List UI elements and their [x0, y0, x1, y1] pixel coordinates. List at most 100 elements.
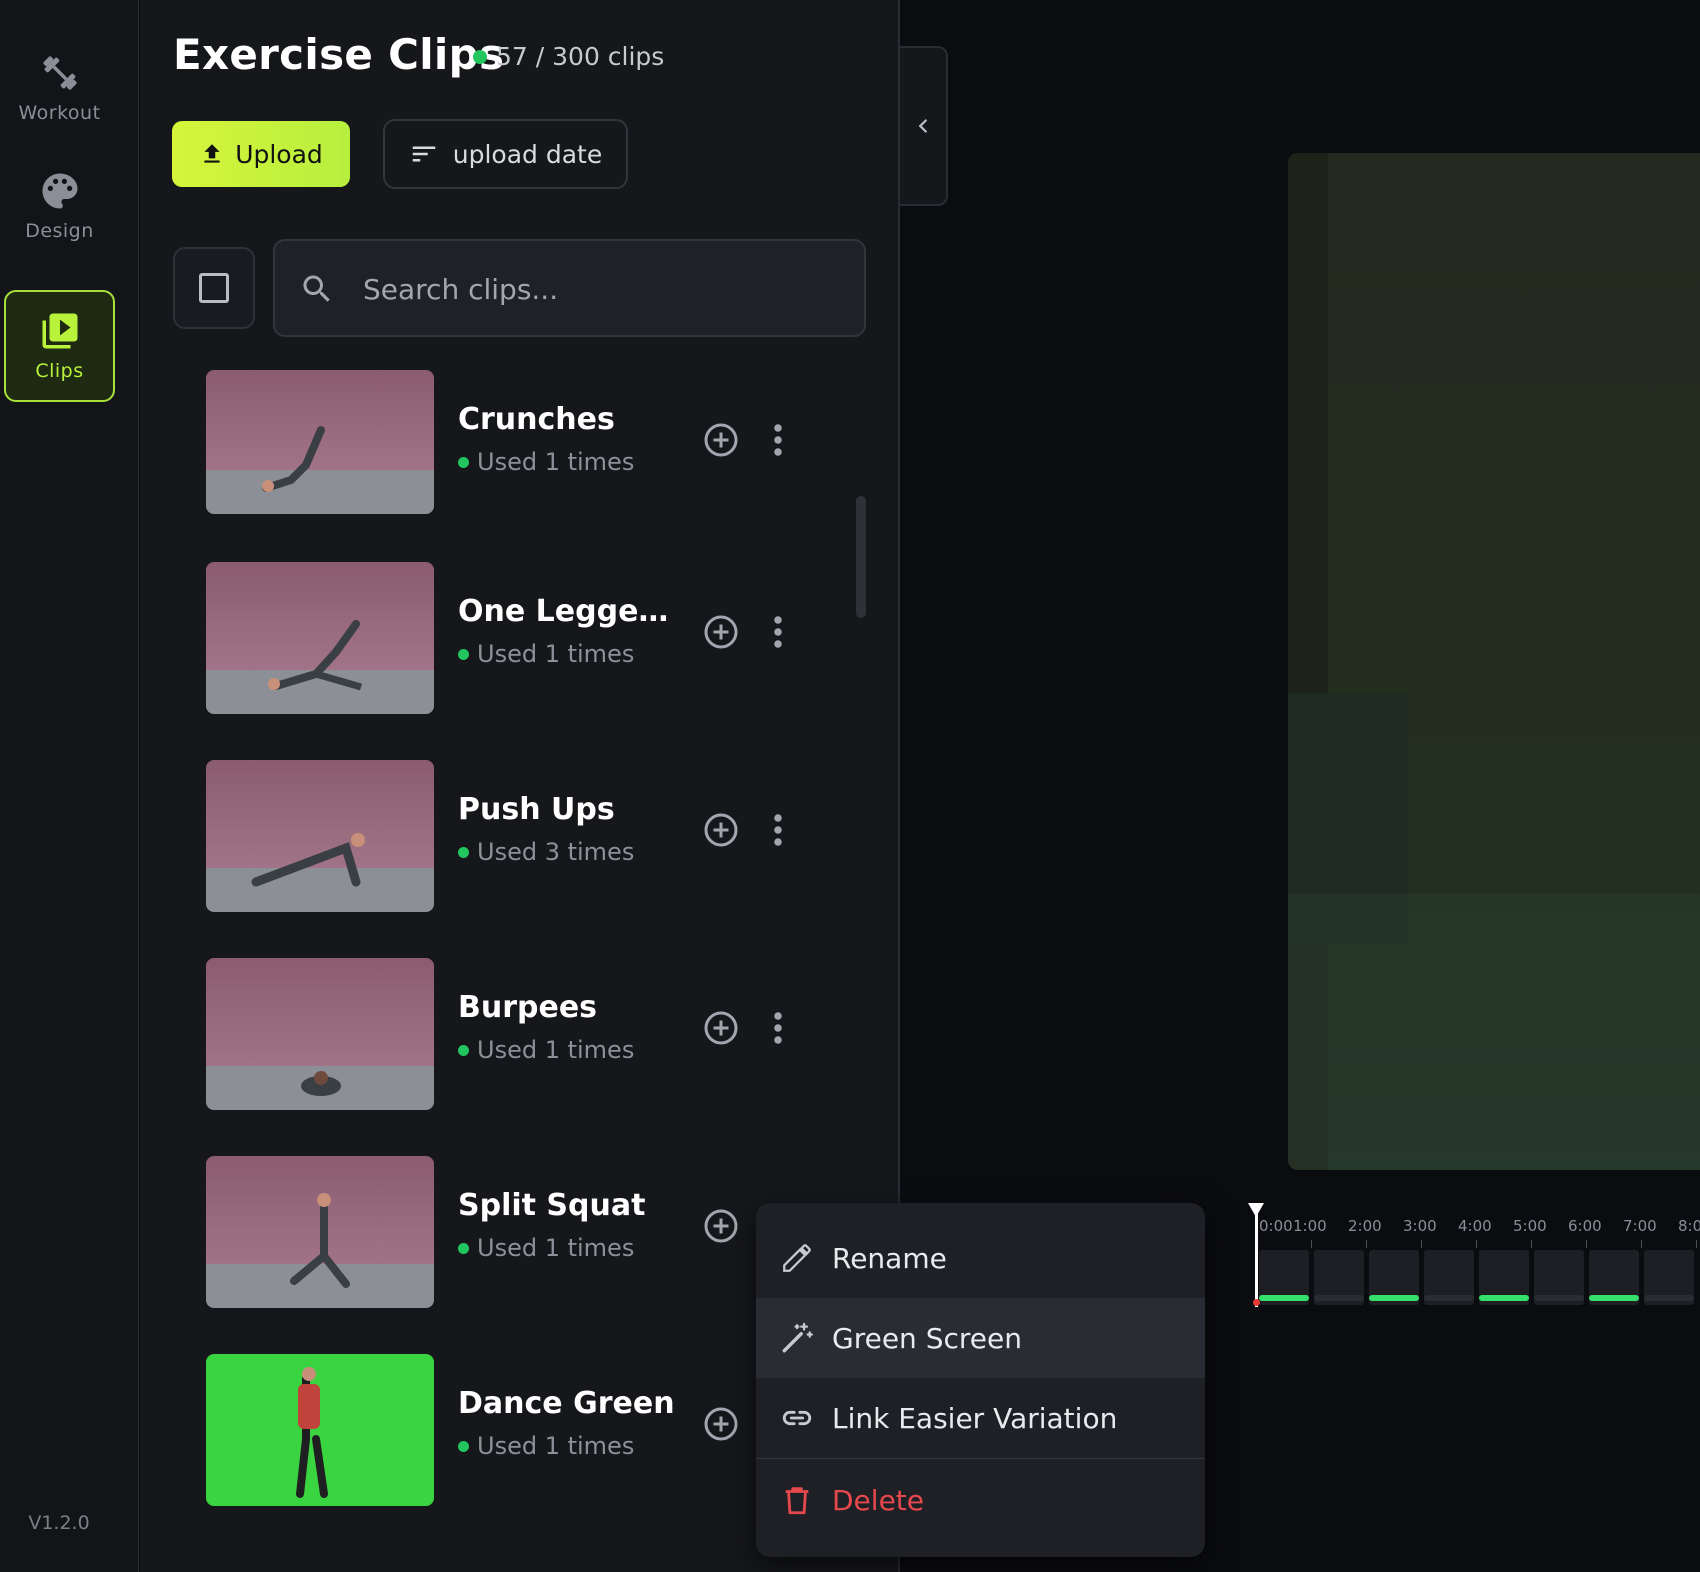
sort-button[interactable]: upload date — [383, 119, 628, 189]
menu-item-label: Rename — [832, 1241, 947, 1275]
playhead[interactable] — [1255, 1205, 1258, 1307]
search-input[interactable] — [363, 263, 843, 315]
timeline-label: 3:00 — [1403, 1217, 1437, 1235]
timeline-segment[interactable] — [1424, 1250, 1474, 1305]
timeline-segment[interactable] — [1259, 1250, 1309, 1305]
version-label: V1.2.0 — [28, 1512, 90, 1534]
link-icon — [782, 1410, 812, 1426]
clip-usage-text: Used 1 times — [477, 1234, 635, 1262]
timeline-tick — [1366, 1240, 1367, 1248]
status-dot-icon — [458, 648, 469, 660]
clip-row-one-legged[interactable]: One Legged B... Used 1 times — [205, 562, 782, 714]
rail-item-label: Clips — [35, 360, 84, 382]
add-circle-icon[interactable] — [703, 1406, 739, 1442]
timeline-label: 6:00 — [1568, 1217, 1602, 1235]
rail-item-workout[interactable]: Workout — [4, 32, 115, 144]
clip-name: Push Ups — [458, 792, 615, 827]
clip-name: Burpees — [458, 990, 598, 1025]
clip-row-push-ups[interactable]: Push Ups Used 3 times — [205, 760, 782, 912]
timeline-segment[interactable] — [1534, 1250, 1584, 1305]
left-rail: Workout Design Clips V1.2.0 — [0, 0, 139, 1572]
timeline-label: 8:0 — [1678, 1217, 1700, 1235]
rail-item-design[interactable]: Design — [4, 150, 115, 262]
clip-name: Split Squat — [458, 1188, 646, 1223]
status-dot-icon — [458, 456, 469, 468]
menu-divider — [756, 1458, 1205, 1459]
clip-row-dance-green[interactable]: Dance Green Used 1 times — [205, 1354, 775, 1506]
timeline-segment[interactable] — [1479, 1250, 1529, 1305]
clip-thumbnail — [206, 1156, 434, 1308]
status-dot-icon — [458, 1242, 469, 1254]
add-circle-icon[interactable] — [703, 614, 739, 650]
menu-item-label: Delete — [832, 1483, 924, 1517]
timeline-label: 4:00 — [1458, 1217, 1492, 1235]
more-vertical-icon[interactable] — [771, 812, 785, 848]
clip-row-split-squat[interactable]: Split Squat Used 1 times — [205, 1156, 775, 1308]
magic-wand-icon — [782, 1322, 814, 1353]
status-dot-icon — [458, 1044, 469, 1056]
menu-item-link-easier-variation[interactable]: Link Easier Variation — [756, 1378, 1205, 1458]
status-dot-icon — [458, 1440, 469, 1452]
timeline-tick — [1696, 1240, 1697, 1248]
more-vertical-icon[interactable] — [771, 614, 785, 650]
clip-usage-text: Used 1 times — [477, 1036, 635, 1064]
timeline-segment[interactable] — [1369, 1250, 1419, 1305]
clip-usage: Used 3 times — [458, 838, 634, 866]
video-preview[interactable] — [1288, 153, 1700, 1170]
clip-name: Dance Green — [458, 1386, 675, 1421]
more-vertical-icon[interactable] — [771, 1010, 785, 1046]
clip-context-menu: Rename Green Screen Link Easier Variatio… — [756, 1203, 1205, 1557]
menu-item-label: Link Easier Variation — [832, 1401, 1118, 1435]
search-icon — [303, 275, 330, 302]
clip-usage: Used 1 times — [458, 1234, 634, 1262]
timeline-tick — [1476, 1240, 1477, 1248]
timeline-tick — [1311, 1240, 1312, 1248]
clip-count-text: 57 / 300 clips — [496, 42, 665, 71]
status-dot-icon — [458, 846, 469, 858]
timeline-label: 5:00 — [1513, 1217, 1547, 1235]
checkbox-box — [199, 273, 229, 303]
menu-item-delete[interactable]: Delete — [756, 1460, 1205, 1540]
trash-icon — [785, 1487, 809, 1515]
clip-name: Crunches — [458, 402, 615, 437]
clip-thumbnail — [206, 760, 434, 912]
timeline-segment[interactable] — [1314, 1250, 1364, 1305]
status-dot-icon — [473, 49, 487, 64]
add-circle-icon[interactable] — [703, 1208, 739, 1244]
clip-usage: Used 1 times — [458, 448, 634, 476]
clip-count: 57 / 300 clips — [473, 42, 664, 71]
clip-usage: Used 1 times — [458, 1036, 634, 1064]
playhead-handle-icon[interactable] — [1248, 1203, 1264, 1217]
select-all-checkbox[interactable] — [173, 247, 255, 329]
clip-usage: Used 1 times — [458, 640, 634, 668]
add-circle-icon[interactable] — [703, 812, 739, 848]
timeline-tick — [1586, 1240, 1587, 1248]
clip-row-crunches[interactable]: Crunches Used 1 times — [205, 370, 782, 522]
clip-name: One Legged B... — [458, 594, 688, 629]
sort-icon — [412, 146, 436, 162]
menu-item-green-screen[interactable]: Green Screen — [756, 1298, 1205, 1378]
timeline-tick — [1421, 1240, 1422, 1248]
timeline[interactable]: 0:00 1:00 2:00 3:00 4:00 5:00 6:00 7:00 … — [1245, 1203, 1700, 1315]
timeline-segment[interactable] — [1589, 1250, 1639, 1305]
clip-usage-text: Used 1 times — [477, 448, 635, 476]
scrollbar-thumb[interactable] — [856, 496, 866, 618]
clip-thumbnail — [206, 562, 434, 714]
add-circle-icon[interactable] — [703, 422, 739, 458]
rail-item-label: Workout — [18, 102, 101, 124]
timeline-segment[interactable] — [1644, 1250, 1694, 1305]
pencil-icon — [783, 1244, 811, 1272]
rail-item-clips[interactable]: Clips — [4, 290, 115, 402]
rail-item-label: Design — [25, 220, 94, 242]
clip-usage-text: Used 1 times — [477, 1432, 635, 1460]
more-vertical-icon[interactable] — [771, 422, 785, 458]
clip-thumbnail — [206, 958, 434, 1110]
upload-button[interactable]: Upload — [172, 121, 350, 187]
timeline-label: 1:00 — [1293, 1217, 1327, 1235]
playhead-marker — [1253, 1299, 1260, 1306]
clip-row-burpees[interactable]: Burpees Used 1 times — [205, 958, 782, 1110]
menu-item-rename[interactable]: Rename — [756, 1218, 1205, 1298]
add-circle-icon[interactable] — [703, 1010, 739, 1046]
collapse-panel-button[interactable] — [900, 46, 948, 206]
timeline-label: 0:00 — [1259, 1217, 1293, 1235]
